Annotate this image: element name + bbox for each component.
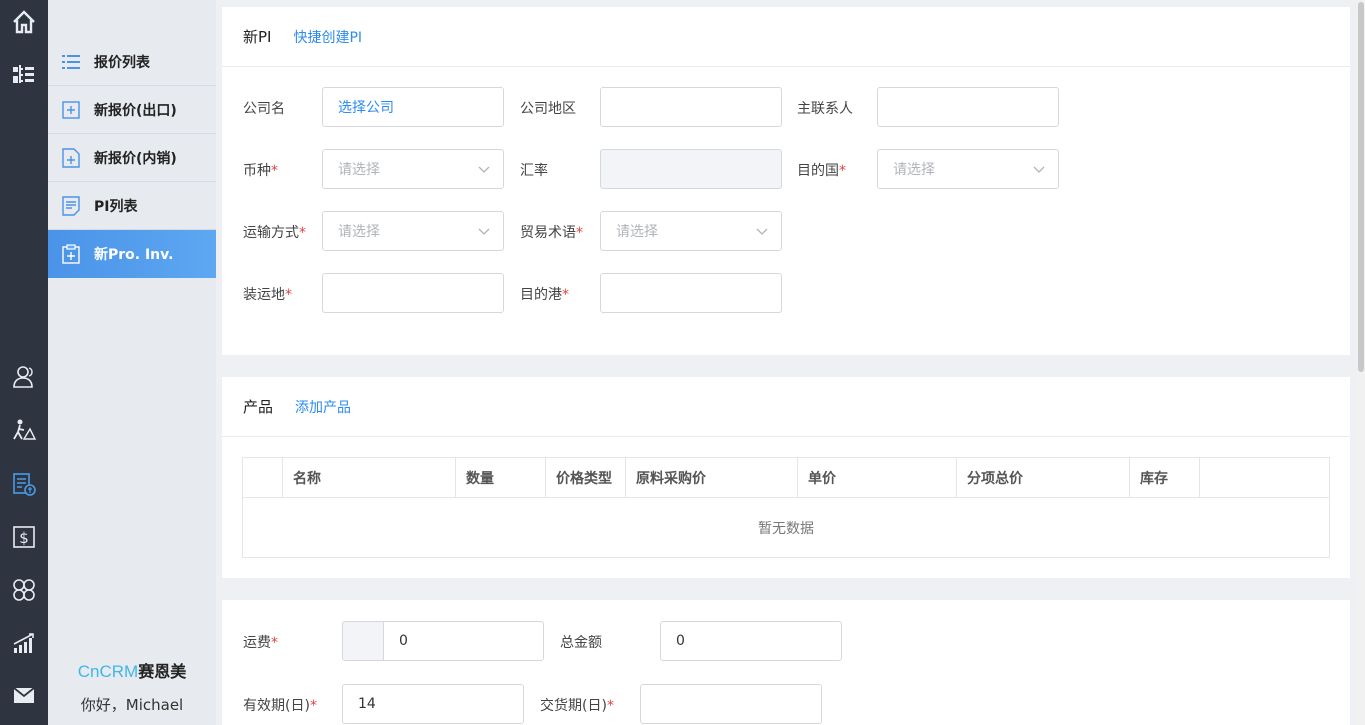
- add-file-icon: [62, 147, 80, 168]
- finance-icon[interactable]: $: [0, 517, 48, 557]
- totals-card: 运费* 0 总金额 0 有效期(日)* 14 交货期(日)*: [222, 600, 1350, 725]
- loading-port-label: 装运地*: [243, 287, 292, 303]
- brand-secondary: 赛恩美: [138, 662, 187, 681]
- contact-label: 主联系人: [797, 101, 853, 117]
- validity-label: 有效期(日)*: [243, 698, 317, 714]
- pipeline-icon[interactable]: [0, 410, 48, 450]
- company-label: 公司名: [243, 101, 285, 117]
- add-doc-icon: [62, 100, 80, 120]
- menu-item-new-quote-domestic[interactable]: 新报价(内销): [48, 134, 216, 182]
- menu-item-label: 报价列表: [94, 54, 150, 71]
- report-icon[interactable]: [0, 623, 48, 663]
- products-table: 名称 数量 价格类型 原料采购价 单价 分项总价 库存 暂无数据: [242, 457, 1330, 558]
- menu-item-new-quote-export[interactable]: 新报价(出口): [48, 86, 216, 134]
- region-input[interactable]: [600, 87, 782, 127]
- menu-item-label: 新报价(出口): [94, 102, 177, 119]
- total-amount-label: 总金额: [560, 635, 602, 651]
- menu-item-label: 新Pro. Inv.: [94, 247, 174, 263]
- pi-form-header: 新PI 快捷创建PI: [222, 7, 1350, 67]
- menu-item-label: PI列表: [94, 198, 138, 215]
- loading-port-input[interactable]: [322, 273, 504, 313]
- column-header-price-type: 价格类型: [546, 458, 626, 497]
- column-header-actions: [1200, 458, 1329, 497]
- customers-icon[interactable]: [0, 357, 48, 397]
- menu-item-label: 新报价(内销): [94, 150, 177, 167]
- total-amount-input[interactable]: 0: [660, 621, 842, 661]
- svg-text:$: $: [19, 529, 29, 547]
- dest-port-label: 目的港*: [520, 287, 569, 303]
- menu-item-quote-list[interactable]: 报价列表: [48, 38, 216, 86]
- dest-country-label: 目的国*: [797, 163, 846, 179]
- freight-input[interactable]: 0: [383, 621, 544, 661]
- column-header-quantity: 数量: [456, 458, 546, 497]
- column-header-subtotal: 分项总价: [957, 458, 1130, 497]
- column-header-name: 名称: [283, 458, 456, 497]
- quote-icon[interactable]: [0, 464, 48, 504]
- pi-form-title: 新PI: [243, 28, 272, 46]
- home-icon[interactable]: [0, 2, 48, 42]
- shipping-label: 运输方式*: [243, 225, 306, 241]
- chevron-down-icon: [478, 166, 490, 173]
- freight-currency-addon: [342, 621, 384, 661]
- clipboard-add-icon: [62, 244, 80, 264]
- products-header: 产品 添加产品: [222, 377, 1350, 437]
- document-icon: [62, 195, 80, 216]
- currency-select[interactable]: 请选择: [322, 149, 504, 189]
- region-label: 公司地区: [520, 101, 576, 117]
- icon-rail: $: [0, 0, 48, 725]
- chevron-down-icon: [1033, 166, 1045, 173]
- menu-item-pi-list[interactable]: PI列表: [48, 182, 216, 230]
- validity-input[interactable]: 14: [342, 684, 524, 724]
- currency-label: 币种*: [243, 163, 278, 179]
- org-chart-icon[interactable]: [0, 54, 48, 94]
- delivery-label: 交货期(日)*: [540, 698, 614, 714]
- add-product-link[interactable]: 添加产品: [295, 397, 351, 417]
- rate-input: [600, 149, 782, 189]
- user-greeting: 你好，Michael: [80, 696, 184, 714]
- table-header: 名称 数量 价格类型 原料采购价 单价 分项总价 库存: [243, 458, 1329, 498]
- products-title: 产品: [243, 398, 274, 416]
- dest-country-placeholder: 请选择: [893, 162, 935, 178]
- page-scrollbar[interactable]: [1357, 0, 1365, 725]
- apps-icon[interactable]: [0, 570, 48, 610]
- dest-port-input[interactable]: [600, 273, 782, 313]
- shipping-select[interactable]: 请选择: [322, 211, 504, 251]
- mail-icon[interactable]: [0, 675, 48, 715]
- menu-item-new-pro-inv[interactable]: 新Pro. Inv.: [48, 230, 216, 278]
- contact-input[interactable]: [877, 87, 1059, 127]
- trade-term-placeholder: 请选择: [616, 224, 658, 240]
- brand-primary: CnCRM: [77, 662, 139, 681]
- dest-country-select[interactable]: 请选择: [877, 149, 1059, 189]
- chevron-down-icon: [478, 228, 490, 235]
- pi-form-card: 新PI 快捷创建PI 公司名 选择公司 公司地区 主联系人 币种* 请选择 汇率…: [222, 7, 1350, 355]
- company-select[interactable]: 选择公司: [322, 87, 504, 127]
- shipping-placeholder: 请选择: [338, 224, 380, 240]
- currency-placeholder: 请选择: [338, 162, 380, 178]
- scrollbar-thumb[interactable]: [1358, 2, 1364, 372]
- freight-label: 运费*: [243, 635, 278, 651]
- trade-term-select[interactable]: 请选择: [600, 211, 782, 251]
- column-header-stock: 库存: [1130, 458, 1200, 497]
- secondary-menu: 报价列表 新报价(出口) 新报价(内销) PI列表 新Pro. Inv. CnC…: [48, 0, 216, 725]
- rate-label: 汇率: [520, 163, 548, 179]
- chevron-down-icon: [756, 228, 768, 235]
- delivery-input[interactable]: [640, 684, 822, 724]
- trade-term-label: 贸易术语*: [520, 225, 583, 241]
- column-header-material-cost: 原料采购价: [626, 458, 798, 497]
- products-card: 产品 添加产品 名称 数量 价格类型 原料采购价 单价 分项总价 库存 暂无数据: [222, 377, 1350, 578]
- quick-create-pi-link[interactable]: 快捷创建PI: [293, 27, 362, 47]
- column-header-select: [243, 458, 283, 497]
- list-icon: [62, 52, 80, 72]
- table-empty-text: 暂无数据: [758, 520, 814, 537]
- brand-logo: CnCRM赛恩美: [48, 658, 216, 682]
- column-header-unit-price: 单价: [798, 458, 957, 497]
